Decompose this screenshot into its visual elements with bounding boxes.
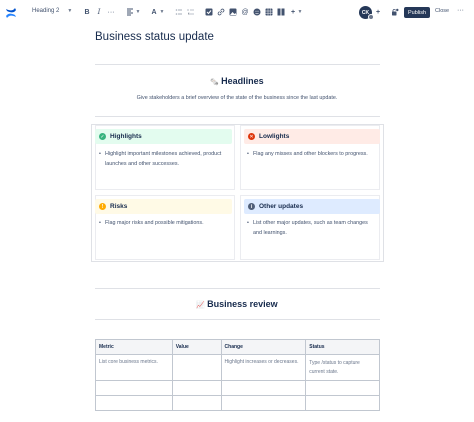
chevron-down-icon[interactable]: ▼ [133,7,143,17]
list-item[interactable]: • List other major updates, such as team … [247,219,378,238]
warning-icon: ! [99,203,106,210]
checkbox-action-icon[interactable] [204,7,214,17]
table-row: List core business metrics. Highlight in… [95,354,380,381]
table-row [95,395,380,411]
table-cell[interactable] [171,395,222,411]
table-cell[interactable]: Type /status to capture current state. [305,354,380,381]
divider [95,288,380,289]
bullet-list-icon[interactable] [174,7,184,17]
editor-toolbar: Heading 2 ▼ B I ··· ▼ A ▼ @ + ▼ CK + Pub… [0,0,474,26]
more-formatting-button[interactable]: ··· [106,7,116,17]
bullet-icon: • [247,151,249,157]
heading-style-dropdown[interactable]: Heading 2 ▼ [32,8,72,14]
other-updates-panel[interactable]: i Other updates [244,199,380,214]
list-item[interactable]: • Flag major risks and possible mitigatio… [99,219,233,229]
table-row [95,380,380,396]
bullet-icon: • [99,220,101,226]
table-cell[interactable] [171,354,222,381]
layouts-icon[interactable] [276,7,286,17]
error-cross-icon: ✕ [248,133,255,140]
publish-button[interactable]: Publish [404,7,430,18]
highlights-panel[interactable]: ✓ Highlights [95,129,232,144]
table-cell[interactable] [220,395,307,411]
close-button[interactable]: Close [435,8,449,14]
table-cell[interactable]: Highlight increases or decreases. [220,354,307,381]
divider [95,116,380,117]
table-header-cell[interactable]: Status [305,339,380,355]
divider [95,319,380,320]
link-icon[interactable] [216,7,226,17]
table-header-cell[interactable]: Metric [95,339,173,355]
list-item[interactable]: • Flag any misses and other blockers to p… [247,150,378,160]
business-review-table[interactable]: Metric Value Change Status List core bus… [95,339,380,411]
table-cell[interactable] [95,380,173,396]
newspaper-icon: 🗞️ [210,79,220,86]
restrictions-lock-icon[interactable] [390,7,400,17]
lowlights-panel[interactable]: ✕ Lowlights [244,129,380,144]
table-cell[interactable] [171,380,222,396]
mention-icon[interactable]: @ [240,7,250,17]
headlines-intro[interactable]: Give stakeholders a brief overview of th… [0,95,474,101]
italic-icon[interactable]: I [94,7,104,17]
check-circle-icon: ✓ [99,133,106,140]
bullet-icon: • [247,220,249,226]
chevron-down-icon[interactable]: ▼ [295,7,305,17]
confluence-logo-icon[interactable] [5,7,17,19]
headlines-heading[interactable]: 🗞️ Headlines [0,76,474,86]
chevron-down-icon: ▼ [67,8,73,14]
more-actions-button[interactable]: ··· [457,7,464,14]
table-cell[interactable] [305,380,380,396]
table-icon[interactable] [264,7,274,17]
table-cell[interactable] [305,395,380,411]
business-review-heading[interactable]: 📈 Business review [0,299,474,309]
page-title[interactable]: Business status update [95,31,214,43]
divider [95,64,380,65]
chart-increasing-icon: 📈 [196,302,206,309]
invite-plus-icon[interactable]: + [373,7,383,17]
table-header-cell[interactable]: Change [220,339,307,355]
table-header-cell[interactable]: Value [171,339,222,355]
heading-style-label: Heading 2 [32,8,60,14]
image-icon[interactable] [228,7,238,17]
chevron-down-icon[interactable]: ▼ [157,7,167,17]
table-cell[interactable] [95,395,173,411]
list-item[interactable]: • Highlight important milestones achieved… [99,150,233,169]
table-cell[interactable]: List core business metrics. [95,354,173,381]
info-icon: i [248,203,255,210]
risks-panel[interactable]: ! Risks [95,199,232,214]
bold-icon[interactable]: B [82,7,92,17]
bullet-icon: • [99,151,101,157]
numbered-list-icon[interactable] [186,7,196,17]
table-header-row: Metric Value Change Status [95,339,380,355]
emoji-icon[interactable] [252,7,262,17]
table-cell[interactable] [220,380,307,396]
